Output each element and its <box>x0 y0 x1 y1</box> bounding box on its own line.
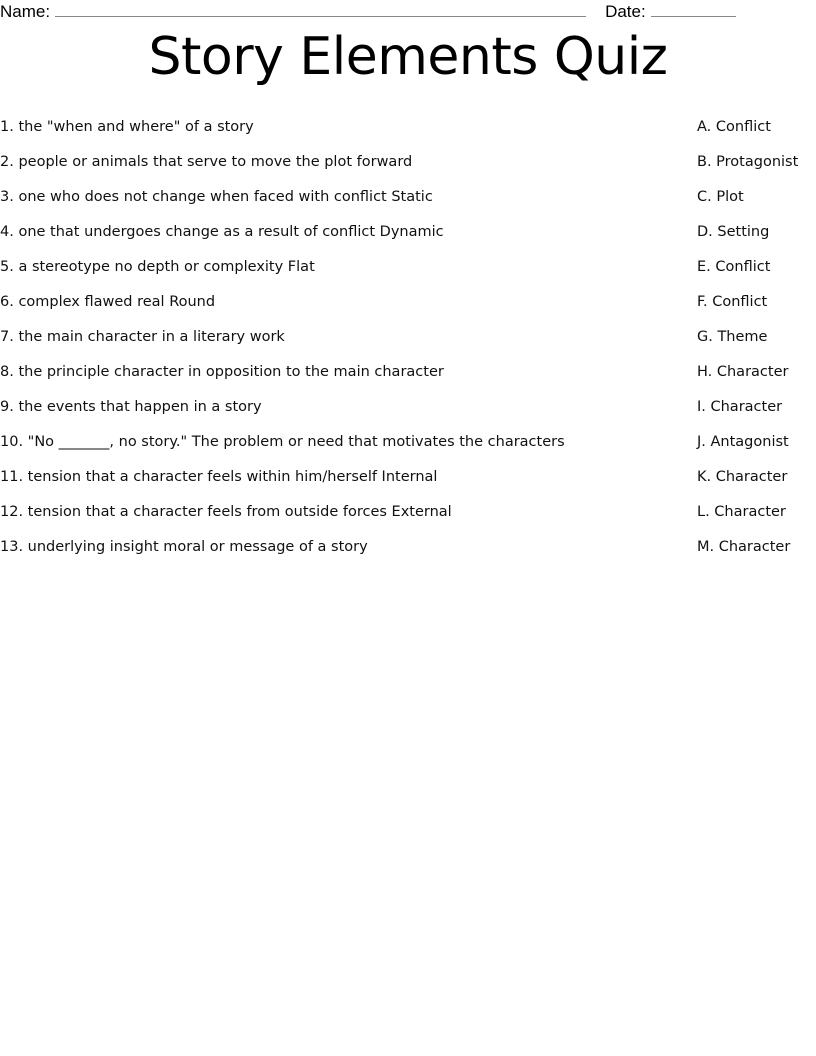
date-label: Date: <box>605 2 646 21</box>
matching-list: 1. the "when and where" of a story A. Co… <box>0 110 816 565</box>
answer-choice: B. Protagonist <box>697 154 799 170</box>
name-label: Name: <box>0 2 51 21</box>
question-item: 5. a stereotype no depth or complexity F… <box>0 259 315 275</box>
answer-choice: I. Character <box>697 399 783 415</box>
answer-choice: A. Conflict <box>697 119 771 135</box>
answer-choice: F. Conflict <box>697 294 768 310</box>
table-row: 7. the main character in a literary work… <box>0 320 816 355</box>
answer-choice: D. Setting <box>697 224 770 240</box>
question-item: 10. "No _______, no story." The problem … <box>0 434 565 450</box>
name-blank-line[interactable] <box>55 2 587 17</box>
answer-choice: H. Character <box>697 364 789 380</box>
table-row: 1. the "when and where" of a story A. Co… <box>0 110 816 145</box>
question-item: 12. tension that a character feels from … <box>0 504 452 520</box>
answer-choice: J. Antagonist <box>697 434 789 450</box>
page-title: Story Elements Quiz <box>148 27 668 87</box>
table-row: 3. one who does not change when faced wi… <box>0 180 816 215</box>
answer-choice: L. Character <box>697 504 786 520</box>
table-row: 5. a stereotype no depth or complexity F… <box>0 250 816 285</box>
question-item: 6. complex flawed real Round <box>0 294 216 310</box>
question-item: 3. one who does not change when faced wi… <box>0 189 433 205</box>
table-row: 13. underlying insight moral or message … <box>0 530 816 565</box>
question-item: 1. the "when and where" of a story <box>0 119 254 135</box>
question-item: 11. tension that a character feels withi… <box>0 469 438 485</box>
table-row: 11. tension that a character feels withi… <box>0 460 816 495</box>
table-row: 2. people or animals that serve to move … <box>0 145 816 180</box>
answer-choice: C. Plot <box>697 189 744 205</box>
question-item: 8. the principle character in opposition… <box>0 364 444 380</box>
name-date-header: Name: Date: <box>0 0 816 24</box>
table-row: 9. the events that happen in a story I. … <box>0 390 816 425</box>
table-row: 12. tension that a character feels from … <box>0 495 816 530</box>
date-blank-line[interactable] <box>650 2 736 17</box>
answer-choice: M. Character <box>697 539 791 555</box>
table-row: 8. the principle character in opposition… <box>0 355 816 390</box>
question-item: 2. people or animals that serve to move … <box>0 154 413 170</box>
question-item: 13. underlying insight moral or message … <box>0 539 368 555</box>
question-item: 9. the events that happen in a story <box>0 399 262 415</box>
answer-choice: G. Theme <box>697 329 768 345</box>
worksheet-page: Name: Date: Story Elements Quiz 1. the "… <box>0 0 816 1056</box>
table-row: 4. one that undergoes change as a result… <box>0 215 816 250</box>
answer-choice: K. Character <box>697 469 788 485</box>
question-item: 4. one that undergoes change as a result… <box>0 224 444 240</box>
table-row: 10. "No _______, no story." The problem … <box>0 425 816 460</box>
question-item: 7. the main character in a literary work <box>0 329 285 345</box>
answer-choice: E. Conflict <box>697 259 771 275</box>
table-row: 6. complex flawed real Round F. Conflict <box>0 285 816 320</box>
